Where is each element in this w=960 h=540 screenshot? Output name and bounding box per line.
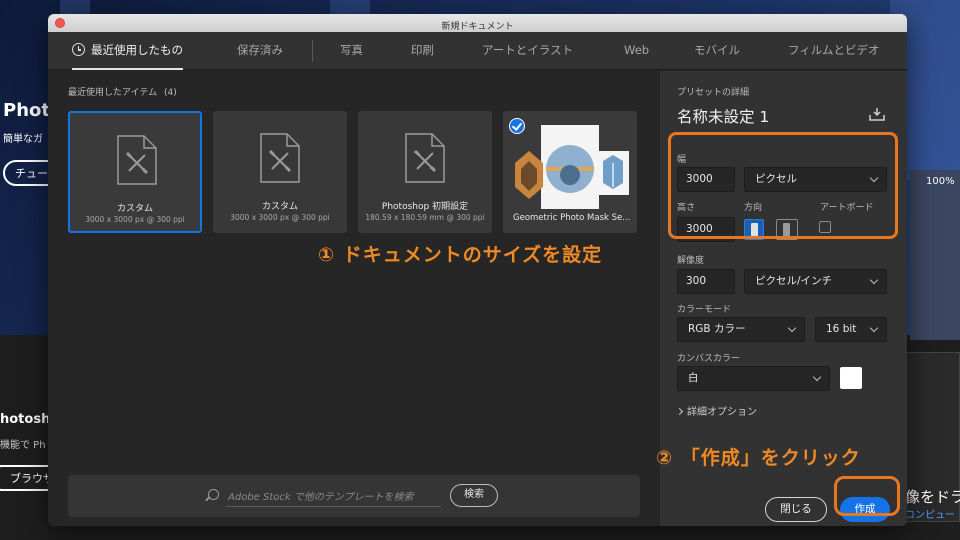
window-close-button[interactable] <box>55 18 65 28</box>
resolution-unit-value: ピクセル/インチ <box>755 275 833 287</box>
search-button[interactable]: 検索 <box>450 484 498 507</box>
chevron-down-icon <box>869 323 879 333</box>
color-mode-value: RGB カラー <box>688 323 746 335</box>
bg-drop-sub[interactable]: コンピュー <box>905 506 955 521</box>
recent-items-heading: 最近使用したアイテム (4) <box>68 85 177 98</box>
recent-item-dims: 3000 x 3000 px @ 300 ppi <box>85 215 185 224</box>
recent-item-dims: 180.59 x 180.59 mm @ 300 ppi <box>365 213 485 222</box>
chevron-down-icon <box>787 323 797 333</box>
advanced-options-label: 詳細オプション <box>687 407 757 418</box>
canvas-color-select[interactable]: 白 <box>677 366 830 391</box>
recent-count: (4) <box>163 88 177 98</box>
document-icon <box>260 133 300 183</box>
resolution-unit-select[interactable]: ピクセル/インチ <box>744 269 887 294</box>
tab-recent-label: 最近使用したもの <box>91 43 183 57</box>
clock-icon <box>72 43 85 56</box>
selected-check-icon <box>509 118 525 134</box>
recent-item-name: カスタム <box>261 202 298 212</box>
recent-heading-text: 最近使用したアイテム <box>68 88 158 98</box>
canvas-color-label: カンバスカラー <box>677 354 741 364</box>
preset-category-tabs: 最近使用したもの 保存済み 写真 印刷 アートとイラスト Web モバイル フィ… <box>48 32 907 70</box>
tab-divider <box>312 40 313 62</box>
canvas-color-swatch[interactable] <box>840 367 862 389</box>
tab-saved[interactable]: 保存済み <box>237 32 283 70</box>
step2-annotation: ② 「作成」をクリック <box>656 447 861 469</box>
stock-search-bar: Adobe Stock で他のテンプレートを検索 検索 <box>68 475 640 517</box>
size-settings-highlight <box>668 132 898 239</box>
search-underline <box>226 506 441 507</box>
bg-tagline: 簡単なガ <box>3 134 43 145</box>
tab-film-video[interactable]: フィルムとビデオ <box>788 32 880 70</box>
resolution-label: 解像度 <box>677 256 705 266</box>
recent-item-card[interactable]: カスタム 3000 x 3000 px @ 300 ppi <box>68 111 202 233</box>
dialog-titlebar: 新規ドキュメント <box>48 14 907 32</box>
tab-photo[interactable]: 写真 <box>340 32 363 70</box>
recent-item-dims: 3000 x 3000 px @ 300 ppi <box>230 213 330 222</box>
create-button-highlight <box>834 476 900 516</box>
close-button[interactable]: 閉じる <box>765 497 827 522</box>
chevron-down-icon <box>812 372 822 382</box>
recent-item-name: Photoshop 初期設定 <box>381 202 469 212</box>
tab-mobile[interactable]: モバイル <box>694 32 740 70</box>
tab-art-illustration[interactable]: アートとイラスト <box>482 32 573 70</box>
bg-section-sub: 機能で Ph <box>0 440 46 451</box>
chevron-right-icon <box>675 407 684 416</box>
stock-search-input[interactable]: Adobe Stock で他のテンプレートを検索 <box>228 488 414 503</box>
document-icon <box>405 133 445 183</box>
recent-item-card[interactable]: カスタム 3000 x 3000 px @ 300 ppi <box>213 111 347 233</box>
bg-preview-panel <box>910 170 960 340</box>
color-mode-label: カラーモード <box>677 305 732 315</box>
tab-web[interactable]: Web <box>624 32 649 70</box>
save-preset-icon[interactable] <box>869 107 885 121</box>
bg-drop-caption: 像をドラ <box>905 488 960 506</box>
dialog-title: 新規ドキュメント <box>441 22 514 32</box>
search-icon <box>208 489 219 500</box>
bit-depth-select[interactable]: 16 bit <box>815 317 887 342</box>
tab-print[interactable]: 印刷 <box>411 32 434 70</box>
tab-recent[interactable]: 最近使用したもの <box>72 32 183 70</box>
chevron-down-icon <box>869 275 879 285</box>
canvas-color-value: 白 <box>688 372 699 384</box>
color-mode-select[interactable]: RGB カラー <box>677 317 805 342</box>
recent-items-pane: 最近使用したアイテム (4) カスタム 3000 x 3000 px @ 300… <box>48 71 660 526</box>
document-name[interactable]: 名称未設定 1 <box>677 105 769 127</box>
resolution-input[interactable]: 300 <box>677 269 735 294</box>
recent-item-name: Geometric Photo Mask Se... <box>513 213 631 223</box>
recent-item-card[interactable]: Photoshop 初期設定 180.59 x 180.59 mm @ 300 … <box>358 111 492 233</box>
recent-item-name: カスタム <box>116 204 153 214</box>
advanced-options-toggle[interactable]: 詳細オプション <box>675 403 757 418</box>
step1-annotation: ① ドキュメントのサイズを設定 <box>318 244 603 266</box>
preset-details-heading: プリセットの詳細 <box>677 88 750 98</box>
document-icon <box>117 135 157 185</box>
bg-zoom-level: 100% <box>926 176 955 187</box>
bit-depth-value: 16 bit <box>826 323 857 335</box>
recent-item-card[interactable]: Geometric Photo Mask Se... <box>503 111 637 233</box>
